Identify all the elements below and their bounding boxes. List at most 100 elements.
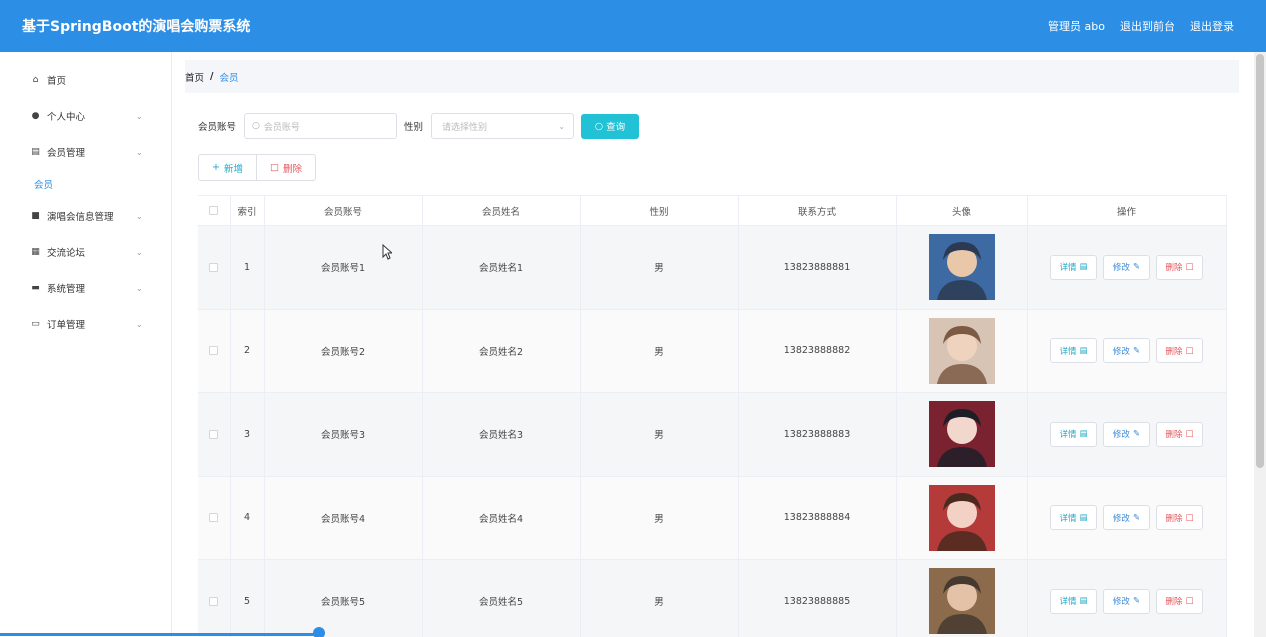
avatar[interactable] [928,317,995,384]
detail-button[interactable]: 详情 ▤ [1050,505,1097,531]
row-checkbox-cell[interactable] [198,392,231,477]
column-header: 操作 [1027,195,1227,226]
row-index: 2 [230,309,265,393]
document-icon: ▤ [1079,596,1088,607]
edit-label: 修改 [1112,430,1130,441]
row-index: 4 [230,476,265,560]
avatar[interactable] [928,484,995,551]
delete-button[interactable]: 删除 □ [1156,588,1203,614]
sidebar-item-label: 会员管理 [47,148,86,159]
document-icon: ▤ [1079,512,1088,523]
chevron-down-icon: ⌄ [558,121,566,131]
sidebar-item-order-management[interactable]: ▭ 订单管理 ⌄ [0,306,171,342]
edit-button[interactable]: 修改 ✎ [1103,421,1150,447]
select-all-checkbox-cell[interactable] [198,195,231,226]
sidebar-item-concert-info[interactable]: ■ 演唱会信息管理 ⌄ [0,198,171,234]
sidebar-item-member-management[interactable]: ▤ 会员管理 ⌄ [0,134,171,170]
row-checkbox-cell[interactable] [198,309,231,393]
table-row: 2 会员账号2 会员姓名2 男 13823888882 详情 ▤ 修改 ✎ 删除 □ [198,309,1227,393]
row-checkbox-cell[interactable] [198,559,231,637]
bar-chart-icon: ▤ [31,147,40,157]
row-checkbox-cell[interactable] [198,225,231,310]
sidebar-item-personal-center[interactable]: ● 个人中心 ⌄ [0,98,171,134]
vertical-scrollbar[interactable] [1254,52,1266,637]
edit-label: 修改 [1112,263,1130,274]
row-account: 会员账号1 [264,225,423,310]
chevron-down-icon: ⌄ [136,147,143,157]
chat-icon: ▭ [31,319,40,329]
select-all-checkbox[interactable] [209,206,219,215]
detail-button[interactable]: 详情 ▤ [1050,338,1097,364]
row-checkbox[interactable] [209,262,219,272]
sidebar-item-forum[interactable]: ▦ 交流论坛 ⌄ [0,234,171,270]
detail-button[interactable]: 详情 ▤ [1050,254,1097,280]
logout-link[interactable]: 退出登录 [1190,18,1234,34]
column-header: 性别 [580,195,739,226]
row-checkbox[interactable] [209,346,219,356]
row-checkbox[interactable] [209,429,219,439]
edit-label: 修改 [1112,597,1130,608]
delete-button[interactable]: 删除 □ [1156,505,1203,531]
row-index: 5 [230,559,265,637]
account-search-input[interactable]: ○ 会员账号 [244,113,398,139]
avatar[interactable] [928,568,995,635]
row-phone: 13823888883 [738,392,897,477]
progress-handle[interactable] [313,627,325,637]
delete-button[interactable]: 删除 □ [1156,421,1203,447]
scrollbar-thumb[interactable] [1256,54,1264,468]
column-header: 索引 [230,195,265,226]
sidebar-item-system-management[interactable]: ▬ 系统管理 ⌄ [0,270,171,306]
edit-button[interactable]: 修改 ✎ [1103,505,1150,531]
row-checkbox-cell[interactable] [198,476,231,560]
chevron-down-icon: ⌄ [136,283,143,293]
grid-icon: ▦ [31,247,40,257]
chevron-down-icon: ⌄ [136,247,143,257]
sidebar-item-home[interactable]: ⌂ 首页 [0,62,171,98]
detail-button[interactable]: 详情 ▤ [1050,588,1097,614]
avatar[interactable] [928,234,995,301]
breadcrumb-home[interactable]: 首页 [185,70,204,84]
chevron-down-icon: ⌄ [136,319,143,329]
clipboard-icon: ■ [31,211,40,221]
edit-button[interactable]: 修改 ✎ [1103,588,1150,614]
row-account: 会员账号5 [264,559,423,637]
account-placeholder: 会员账号 [263,122,300,133]
sidebar-subitem-member[interactable]: 会员 [0,170,171,198]
edit-label: 修改 [1112,346,1130,357]
detail-label: 详情 [1059,346,1077,357]
sidebar-item-label: 订单管理 [47,320,86,331]
search-icon: ○ [252,121,260,131]
edit-button[interactable]: 修改 ✎ [1103,338,1150,364]
plus-icon: + [212,162,220,173]
query-button[interactable]: ○ 查询 [581,113,640,139]
row-account: 会员账号3 [264,392,423,477]
row-operations: 详情 ▤ 修改 ✎ 删除 □ [1027,559,1227,637]
row-checkbox[interactable] [209,596,219,606]
delete-button[interactable]: 删除 □ [1156,338,1203,364]
add-button[interactable]: + 新增 [198,154,257,181]
delete-label: 删除 [282,163,302,175]
row-account: 会员账号4 [264,476,423,560]
edit-button[interactable]: 修改 ✎ [1103,254,1150,280]
delete-button[interactable]: 删除 □ [1156,254,1203,280]
row-gender: 男 [580,225,739,310]
row-phone: 13823888881 [738,225,897,310]
row-phone: 13823888882 [738,309,897,393]
row-operations: 详情 ▤ 修改 ✎ 删除 □ [1027,225,1227,310]
row-name: 会员姓名1 [422,225,581,310]
batch-delete-button[interactable]: □ 删除 [257,154,316,181]
exit-to-frontend-link[interactable]: 退出到前台 [1120,18,1175,34]
row-avatar-cell [896,559,1028,637]
row-checkbox[interactable] [209,513,219,523]
delete-label: 删除 [1165,346,1183,357]
trash-icon: □ [1185,596,1194,607]
row-name: 会员姓名2 [422,309,581,393]
avatar[interactable] [928,401,995,468]
chevron-down-icon: ⌄ [136,211,143,221]
pencil-icon: ✎ [1132,345,1141,356]
gender-select[interactable]: 请选择性别 ⌄ [431,113,575,139]
row-index: 1 [230,225,265,310]
delete-label: 删除 [1165,513,1183,524]
column-header: 会员账号 [264,195,423,226]
detail-button[interactable]: 详情 ▤ [1050,421,1097,447]
